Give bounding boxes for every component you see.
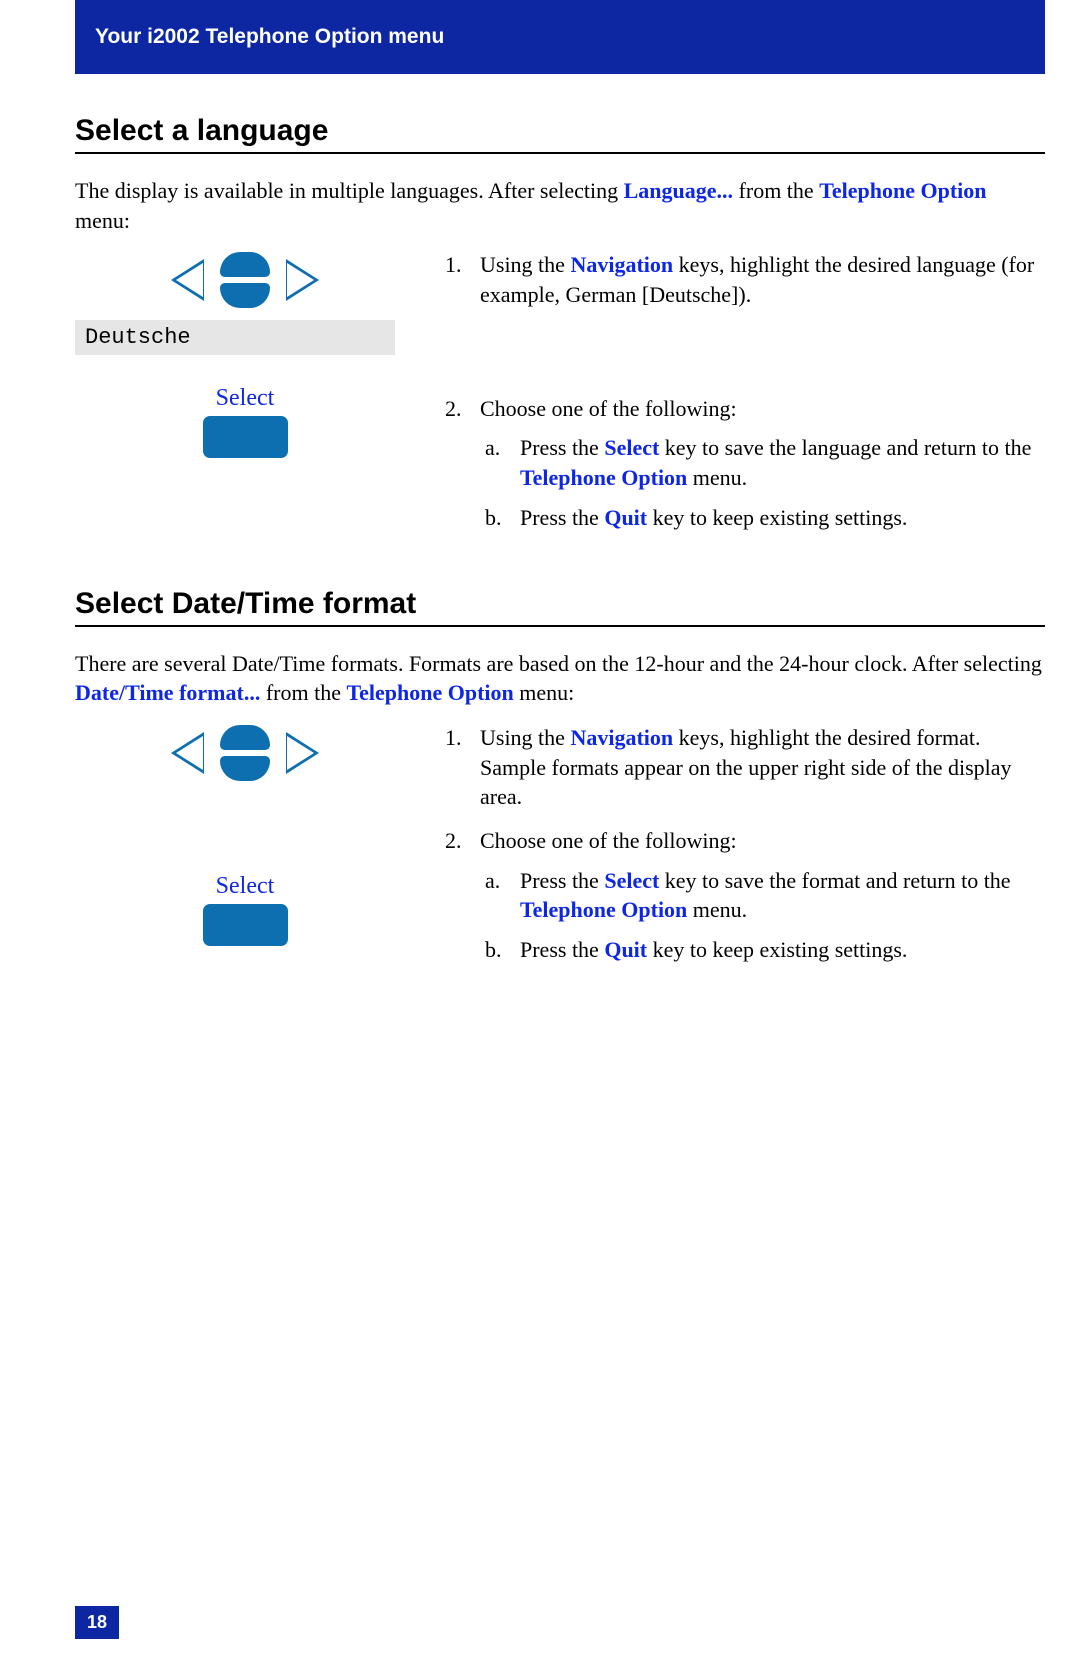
left-column: Deutsche Select	[75, 250, 415, 488]
text: from the	[260, 680, 346, 705]
sub-text: Press the Quit key to keep existing sett…	[520, 503, 907, 533]
document-page: Your i2002 Telephone Option menu Select …	[0, 0, 1080, 1669]
step-2: 2. Choose one of the following: a. Press…	[445, 826, 1045, 975]
navigation-keys-icon	[165, 723, 325, 785]
text: key to save the language and return to t…	[659, 435, 1031, 460]
text: menu.	[687, 465, 747, 490]
step-text: Using the Navigation keys, highlight the…	[480, 250, 1045, 309]
substep-a: a. Press the Select key to save the lang…	[485, 433, 1045, 492]
ref-navigation: Navigation	[570, 252, 673, 277]
section2-intro: There are several Date/Time formats. For…	[75, 649, 1045, 708]
ref-select: Select	[604, 868, 659, 893]
text: Using the	[480, 725, 570, 750]
text: There are several Date/Time formats. For…	[75, 651, 1042, 676]
ref-quit: Quit	[604, 937, 647, 962]
text: Press the	[520, 505, 604, 530]
text: Press the	[520, 937, 604, 962]
select-key-icon	[203, 904, 288, 946]
section1-content: Deutsche Select 1. Using the Navigation …	[75, 250, 1045, 556]
left-column: Select	[75, 723, 415, 976]
header-title: Your i2002 Telephone Option menu	[95, 25, 444, 48]
text: key to keep existing settings.	[647, 505, 907, 530]
section1-intro: The display is available in multiple lan…	[75, 176, 1045, 235]
sub-text: Press the Select key to save the format …	[520, 866, 1045, 925]
text: Choose one of the following:	[480, 828, 737, 853]
substep-a: a. Press the Select key to save the form…	[485, 866, 1045, 925]
substep-b: b. Press the Quit key to keep existing s…	[485, 935, 1045, 965]
text: key to save the format and return to the	[659, 868, 1010, 893]
sub-label: b.	[485, 503, 520, 533]
sub-label: a.	[485, 433, 520, 492]
step-1: 1. Using the Navigation keys, highlight …	[445, 723, 1045, 812]
substep-b: b. Press the Quit key to keep existing s…	[485, 503, 1045, 533]
text: key to keep existing settings.	[647, 937, 907, 962]
text: menu.	[687, 897, 747, 922]
step-1: 1. Using the Navigation keys, highlight …	[445, 250, 1045, 309]
right-column: 1. Using the Navigation keys, highlight …	[445, 723, 1045, 989]
step-text: Choose one of the following: a. Press th…	[480, 826, 1045, 975]
sub-label: b.	[485, 935, 520, 965]
ref-telephone-option: Telephone Option	[346, 680, 513, 705]
text: menu:	[75, 208, 130, 233]
sub-text: Press the Quit key to keep existing sett…	[520, 935, 907, 965]
sub-text: Press the Select key to save the languag…	[520, 433, 1045, 492]
step-text: Using the Navigation keys, highlight the…	[480, 723, 1045, 812]
text: Press the	[520, 868, 604, 893]
section2-content: Select 1. Using the Navigation keys, hig…	[75, 723, 1045, 989]
sub-label: a.	[485, 866, 520, 925]
right-column: 1. Using the Navigation keys, highlight …	[445, 250, 1045, 556]
step-number: 2.	[445, 826, 480, 975]
select-key-label: Select	[75, 385, 415, 412]
step-number: 1.	[445, 250, 480, 309]
ref-language: Language...	[624, 178, 733, 203]
step-number: 2.	[445, 394, 480, 543]
select-key-label: Select	[75, 873, 415, 900]
ref-telephone-option: Telephone Option	[520, 897, 687, 922]
step-text: Choose one of the following: a. Press th…	[480, 394, 1045, 543]
ref-navigation: Navigation	[570, 725, 673, 750]
text: Press the	[520, 435, 604, 460]
step-2: 2. Choose one of the following: a. Press…	[445, 394, 1045, 543]
ref-telephone-option: Telephone Option	[819, 178, 986, 203]
ref-telephone-option: Telephone Option	[520, 465, 687, 490]
select-key-icon	[203, 416, 288, 458]
step-number: 1.	[445, 723, 480, 812]
ref-quit: Quit	[604, 505, 647, 530]
text: from the	[733, 178, 819, 203]
text: Using the	[480, 252, 570, 277]
phone-display: Deutsche	[75, 320, 395, 355]
page-header: Your i2002 Telephone Option menu	[75, 0, 1045, 74]
ref-datetime-format: Date/Time format...	[75, 680, 260, 705]
ref-select: Select	[604, 435, 659, 460]
text: The display is available in multiple lan…	[75, 178, 624, 203]
divider	[75, 625, 1045, 627]
navigation-keys-icon	[165, 250, 325, 312]
section1-title: Select a language	[75, 114, 1045, 148]
text: Choose one of the following:	[480, 396, 737, 421]
section2-title: Select Date/Time format	[75, 587, 1045, 621]
page-number: 18	[75, 1606, 119, 1639]
divider	[75, 152, 1045, 154]
text: menu:	[514, 680, 575, 705]
